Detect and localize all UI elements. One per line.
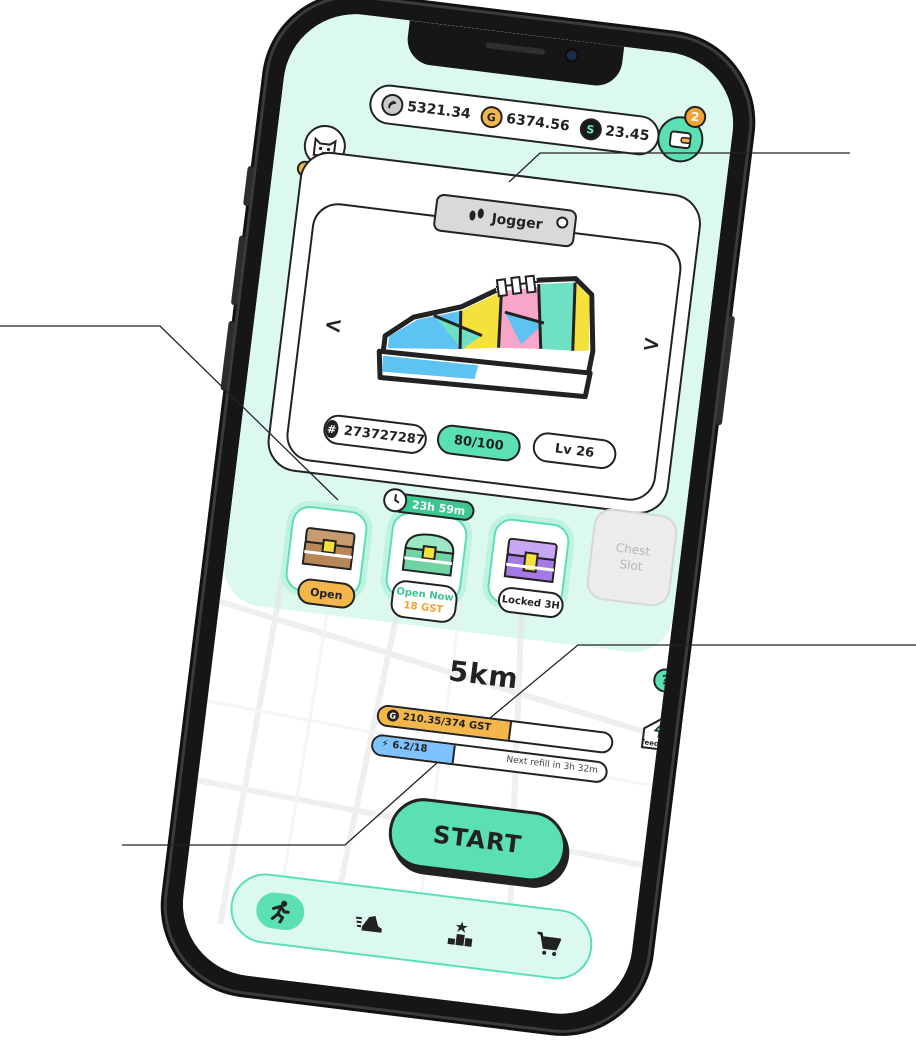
gmt-balance: 5321.34 <box>406 98 472 123</box>
gst-balance: 6374.56 <box>505 110 571 135</box>
empty-chest-slot: Chest Slot <box>584 506 680 609</box>
level-value: Lv 26 <box>554 440 596 461</box>
running-icon <box>270 900 290 924</box>
green-chest-icon <box>401 533 455 577</box>
prev-sneaker-arrow[interactable]: < <box>323 312 344 339</box>
sneaker-type-label: Jogger <box>490 210 544 234</box>
footprints-icon <box>467 206 487 228</box>
tab-leaderboard[interactable] <box>439 913 483 954</box>
phone-frame: 5321.34 G 6374.56 S 23.45 2 42km <box>156 0 760 1040</box>
bolt-icon: ⚡ <box>380 738 390 751</box>
front-camera <box>566 49 578 62</box>
info-dot-icon[interactable] <box>555 215 569 230</box>
durability-value: 80/100 <box>453 432 505 454</box>
gst-mini-icon: G <box>386 708 400 723</box>
hash-icon: # <box>324 419 340 439</box>
tab-shop[interactable] <box>526 924 570 965</box>
open-now-button[interactable]: Open Now 18 GST <box>389 578 460 625</box>
wooden-chest-icon <box>301 527 356 571</box>
sol-coin-icon: S <box>578 117 603 142</box>
sneaker-id: 273727287 <box>342 423 426 448</box>
tab-sneakers[interactable] <box>348 902 392 943</box>
gst-coin-icon: G <box>479 104 504 130</box>
gmt-coin-icon <box>380 92 405 118</box>
speaker-grille <box>485 41 546 56</box>
wallet-icon <box>668 130 692 150</box>
cart-icon <box>537 931 562 956</box>
podium-icon <box>447 921 473 947</box>
purple-chest-icon <box>503 537 558 584</box>
sneaker-icon <box>355 915 382 933</box>
sol-balance: 23.45 <box>604 123 651 145</box>
sneaker-image <box>376 274 596 400</box>
tab-run[interactable] <box>254 890 307 933</box>
next-sneaker-arrow[interactable]: > <box>641 331 662 358</box>
